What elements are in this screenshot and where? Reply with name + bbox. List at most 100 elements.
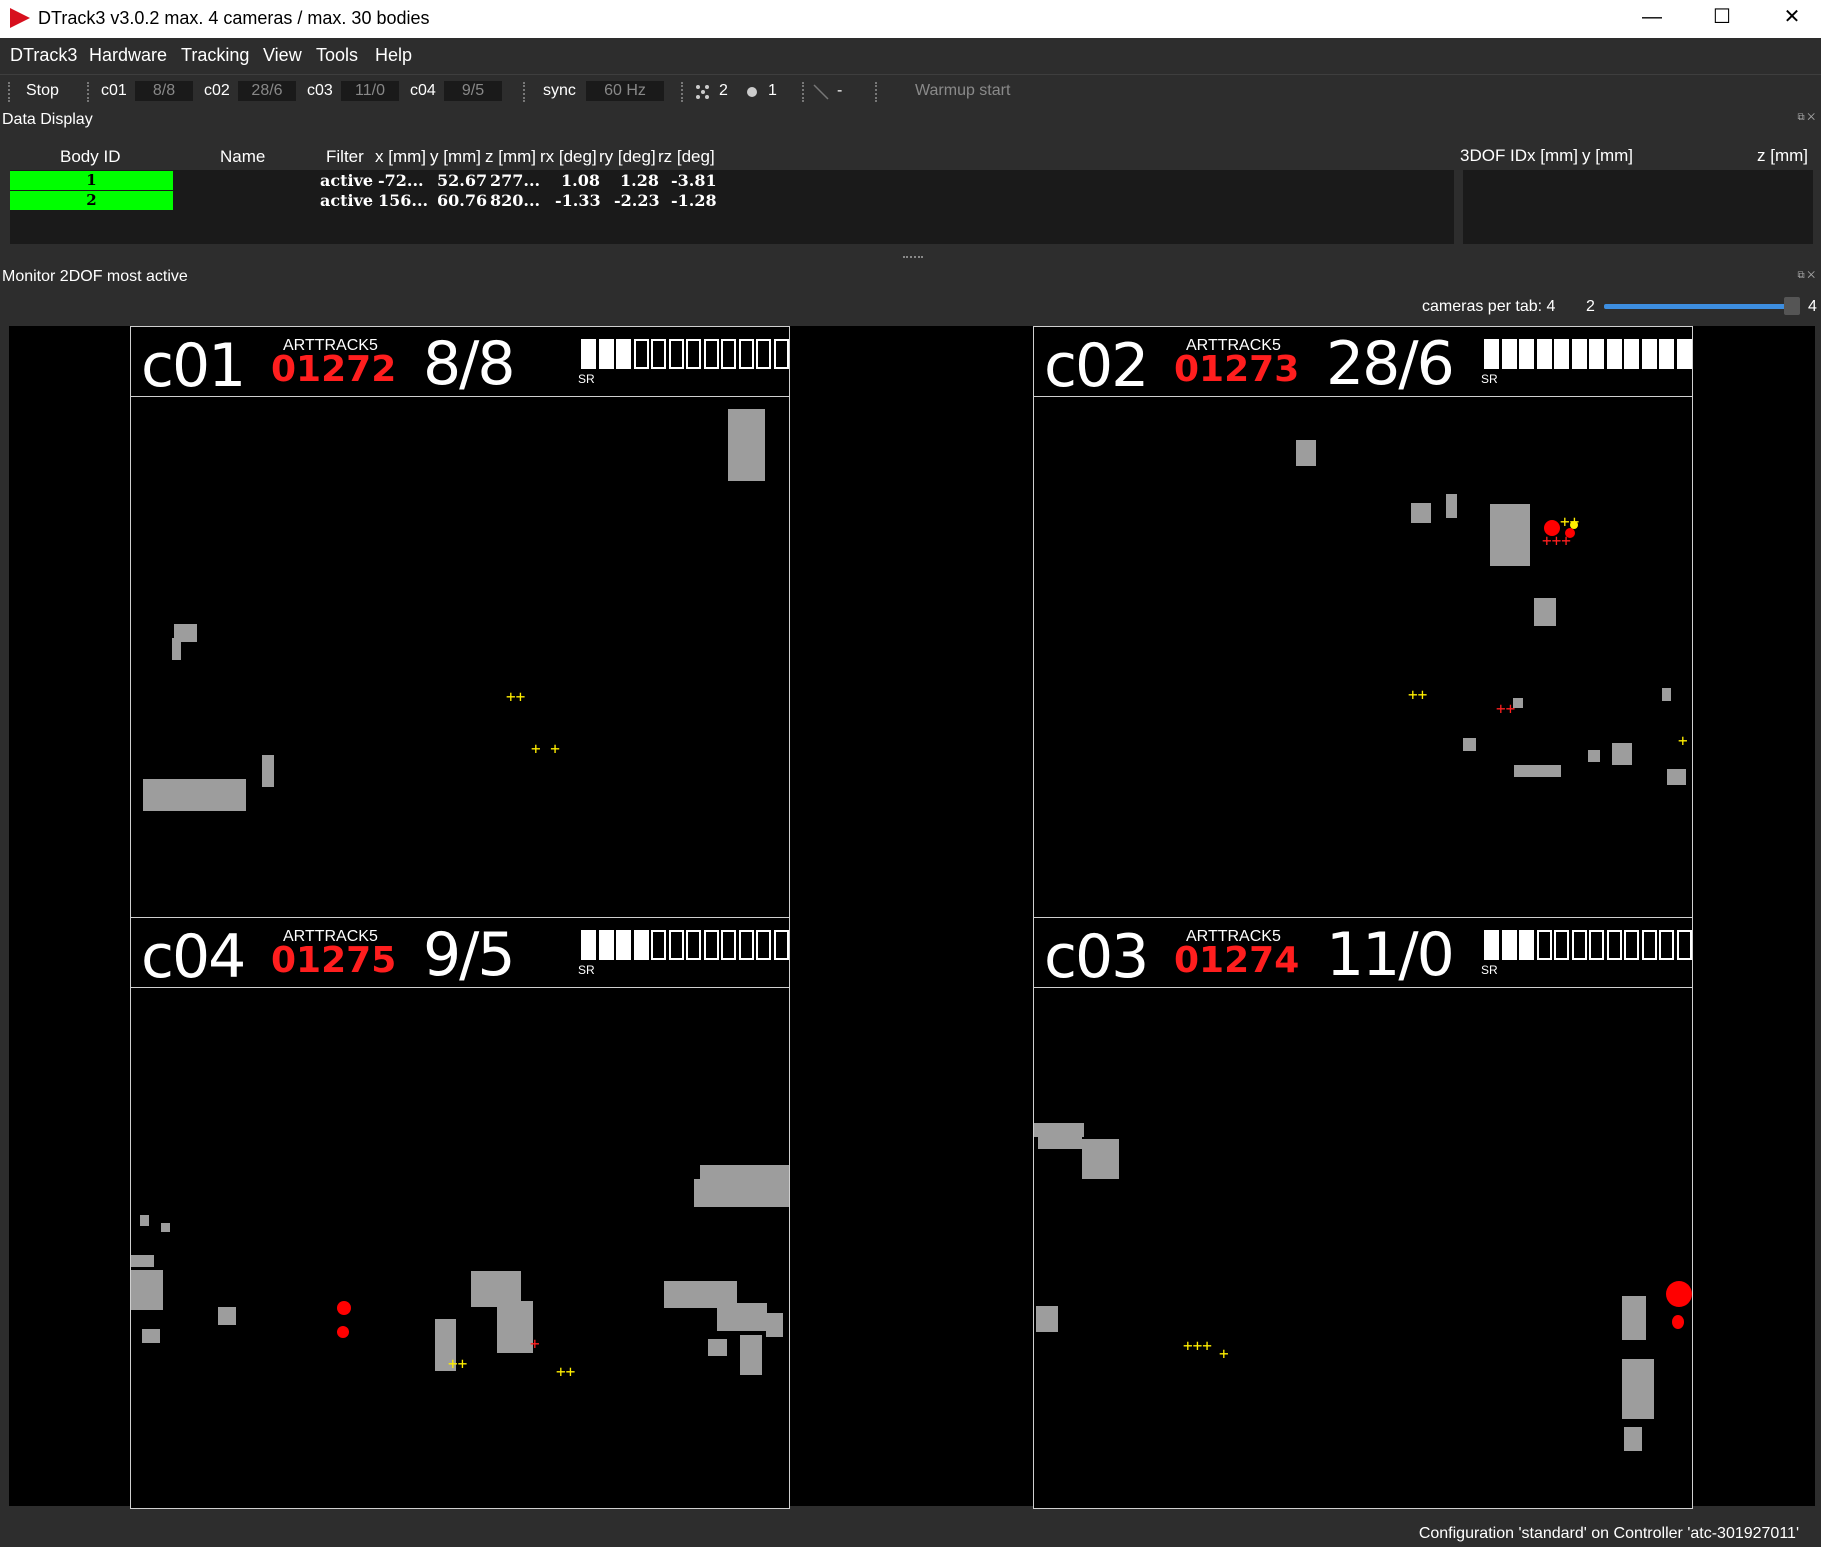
signal-bar bbox=[1484, 339, 1499, 369]
splitter-handle[interactable] bbox=[903, 256, 923, 258]
header-x[interactable]: x [mm] bbox=[375, 147, 426, 167]
camera-image: ++ ++ + bbox=[131, 989, 789, 1508]
reflection-blob bbox=[1612, 743, 1632, 765]
6dof-body-table[interactable]: 1 2 active -72... 52.67 277... 1.08 1.28… bbox=[10, 170, 1454, 244]
menu-help[interactable]: Help bbox=[375, 45, 412, 66]
header-3dof-y[interactable]: y [mm] bbox=[1582, 146, 1633, 166]
header-3dof-z[interactable]: z [mm] bbox=[1757, 146, 1808, 166]
header-rz[interactable]: rz [deg] bbox=[658, 147, 715, 167]
camera-view-c03[interactable]: c03 ARTTRACK5 01274 11/0 SR +++ + bbox=[1033, 917, 1693, 1509]
reflection-blob bbox=[131, 1255, 154, 1267]
marker-2d: ++ bbox=[506, 687, 526, 706]
maximize-button[interactable]: ☐ bbox=[1692, 0, 1752, 36]
signal-bar bbox=[1624, 930, 1639, 960]
ry-cell: 1.28 bbox=[620, 171, 659, 190]
toolbar-grip[interactable] bbox=[875, 82, 879, 102]
body-id-cell[interactable]: 1 bbox=[10, 171, 173, 190]
reflection-blob bbox=[694, 1179, 789, 1207]
reflection-blob bbox=[717, 1303, 767, 1331]
signal-bar bbox=[581, 339, 596, 369]
y-cell: 52.67 bbox=[437, 171, 488, 190]
header-y[interactable]: y [mm] bbox=[430, 147, 481, 167]
reflection-blob bbox=[262, 755, 274, 787]
signal-bar bbox=[1571, 339, 1587, 369]
reflex-marker: + bbox=[530, 1334, 540, 1353]
close-button[interactable]: ✕ bbox=[1762, 0, 1821, 36]
signal-bar bbox=[1659, 930, 1674, 960]
camera-view-c04[interactable]: c04 ARTTRACK5 01275 9/5 SR ++ ++ + bbox=[130, 917, 790, 1509]
menu-tracking[interactable]: Tracking bbox=[181, 45, 249, 66]
reflection-blob bbox=[766, 1313, 783, 1337]
menu-bar: DTrack3 Hardware Tracking View Tools Hel… bbox=[0, 38, 1821, 74]
header-filter[interactable]: Filter bbox=[326, 147, 364, 167]
signal-bar bbox=[1536, 339, 1552, 369]
header-ry[interactable]: ry [deg] bbox=[599, 147, 656, 167]
camera-c02-label: c02 bbox=[204, 82, 230, 99]
reflection-blob bbox=[1411, 503, 1431, 523]
body-icon bbox=[747, 87, 757, 97]
reflection-blob bbox=[143, 779, 246, 811]
signal-bar bbox=[756, 930, 771, 960]
monitor-canvas[interactable]: c01 ARTTRACK5 01272 8/8 SR ++ + + c02 AR… bbox=[9, 326, 1815, 1509]
reflection-blob bbox=[700, 1165, 789, 1179]
header-3dof-id[interactable]: 3DOF ID bbox=[1460, 146, 1527, 166]
x-cell: -72... bbox=[378, 171, 424, 190]
signal-bar bbox=[773, 339, 789, 369]
menu-hardware[interactable]: Hardware bbox=[89, 45, 167, 66]
header-name[interactable]: Name bbox=[220, 147, 265, 167]
filter-cell: active bbox=[320, 191, 374, 210]
camera-header: c03 ARTTRACK5 01274 11/0 SR bbox=[1034, 918, 1692, 992]
minimize-button[interactable]: — bbox=[1622, 0, 1682, 36]
cameras-per-tab-slider[interactable] bbox=[1604, 304, 1796, 309]
signal-bar bbox=[581, 930, 596, 960]
signal-bar bbox=[686, 339, 701, 369]
slider-thumb[interactable] bbox=[1784, 297, 1800, 315]
signal-bar bbox=[1519, 339, 1534, 369]
signal-bar bbox=[703, 339, 719, 369]
menu-tools[interactable]: Tools bbox=[316, 45, 358, 66]
sr-label: SR bbox=[1481, 963, 1498, 977]
3dof-marker-table[interactable] bbox=[1463, 170, 1813, 244]
camera-image: ++ +++ ++ ++ + bbox=[1034, 398, 1692, 917]
menu-view[interactable]: View bbox=[263, 45, 302, 66]
filter-cell: active bbox=[320, 171, 374, 190]
header-body-id[interactable]: Body ID bbox=[60, 147, 120, 167]
y-cell: 60.76 bbox=[437, 191, 488, 210]
slider-min-label: 2 bbox=[1586, 298, 1595, 315]
signal-bar bbox=[616, 339, 631, 369]
data-display-dock-icons[interactable]: ⧉ ✕ bbox=[1797, 112, 1815, 123]
camera-c01-value: 8/8 bbox=[135, 81, 193, 101]
window-title: DTrack3 v3.0.2 max. 4 cameras / max. 30 … bbox=[38, 8, 430, 28]
marker-2d: ++ bbox=[1408, 685, 1428, 704]
reflection-blob bbox=[161, 1223, 170, 1232]
monitor-dock-icons[interactable]: ⧉ ✕ bbox=[1797, 270, 1815, 281]
menu-dtrack3[interactable]: DTrack3 bbox=[10, 45, 77, 66]
z-cell: 820... bbox=[490, 191, 541, 210]
slider-max-label: 4 bbox=[1808, 298, 1817, 315]
status-text: Configuration 'standard' on Controller '… bbox=[1418, 1525, 1799, 1542]
camera-c03-label: c03 bbox=[307, 82, 333, 99]
camera-name: c01 bbox=[141, 331, 246, 401]
reflection-blob bbox=[1588, 750, 1600, 762]
camera-serial: 01275 bbox=[271, 940, 397, 981]
stop-button[interactable]: Stop bbox=[26, 82, 59, 100]
reflection-blob bbox=[1662, 688, 1671, 701]
signal-bar bbox=[1589, 930, 1604, 960]
camera-view-c02[interactable]: c02 ARTTRACK5 01273 28/6 SR ++ +++ ++ ++… bbox=[1033, 326, 1693, 918]
header-3dof-x[interactable]: x [mm] bbox=[1527, 146, 1578, 166]
camera-view-c01[interactable]: c01 ARTTRACK5 01272 8/8 SR ++ + + bbox=[130, 326, 790, 918]
toolbar-grip[interactable] bbox=[87, 82, 91, 102]
reflection-blob bbox=[218, 1307, 236, 1325]
header-rx[interactable]: rx [deg] bbox=[540, 147, 597, 167]
signal-bar bbox=[738, 930, 754, 960]
toolbar-grip[interactable] bbox=[802, 82, 806, 102]
camera-header: c01 ARTTRACK5 01272 8/8 SR bbox=[131, 327, 789, 401]
signal-bar bbox=[686, 930, 701, 960]
body-id-cell[interactable]: 2 bbox=[10, 191, 173, 210]
toolbar-grip[interactable] bbox=[523, 82, 527, 102]
header-z[interactable]: z [mm] bbox=[485, 147, 536, 167]
toolbar-grip[interactable] bbox=[8, 82, 12, 102]
rx-cell: 1.08 bbox=[561, 171, 600, 190]
toolbar-grip[interactable] bbox=[681, 82, 685, 102]
reflex-marker: +++ bbox=[1542, 531, 1571, 550]
